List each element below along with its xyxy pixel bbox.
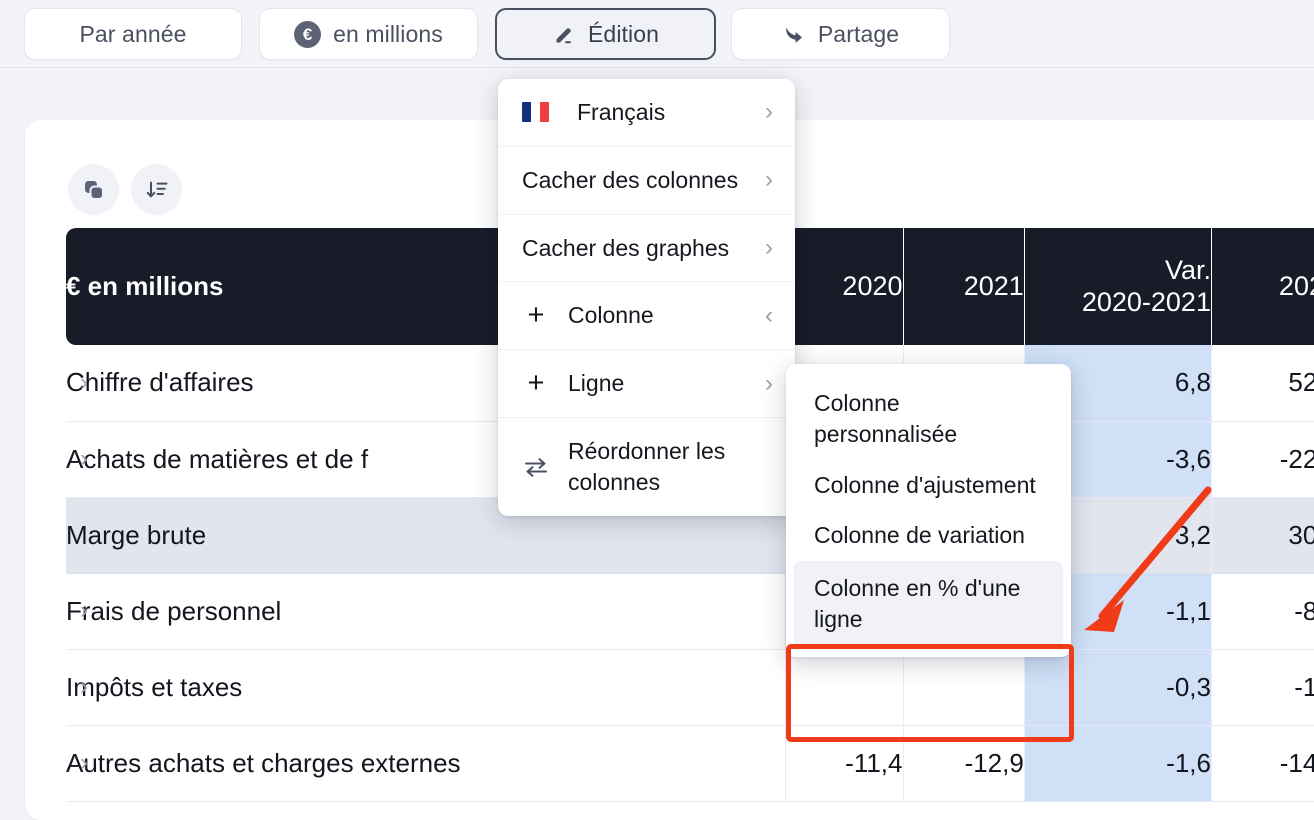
- sort-button[interactable]: [131, 164, 182, 215]
- cell-2021[interactable]: -12,9: [903, 725, 1025, 802]
- euro-icon: €: [294, 20, 322, 48]
- row-label: Marge brute: [66, 519, 207, 550]
- table-row[interactable]: › Impôts et taxes -0,3 -1,0: [66, 649, 1314, 726]
- plus-icon: +: [527, 299, 545, 332]
- menu-item-ajouter-colonne[interactable]: + Colonne ‹: [498, 281, 795, 349]
- table-row[interactable]: › Frais de personnel -1,1 -8,2: [66, 573, 1314, 650]
- menu-item-label: Cacher des graphes: [522, 234, 730, 261]
- submenu-item-colonne-pourcent-ligne[interactable]: Colonne en % d'une ligne: [794, 561, 1063, 649]
- edition-dropdown-menu: Français › Cacher des colonnes › Cacher …: [498, 79, 795, 516]
- menu-item-ajouter-ligne[interactable]: + Ligne ›: [498, 349, 795, 417]
- column-header-2020[interactable]: 2020: [785, 228, 904, 345]
- var-header-line2: 2020-2021: [1081, 286, 1211, 317]
- french-flag-icon: [522, 102, 549, 123]
- chevron-right-icon[interactable]: ›: [80, 675, 88, 699]
- menu-item-cacher-colonnes[interactable]: Cacher des colonnes ›: [498, 145, 795, 214]
- cell-2020[interactable]: [785, 649, 904, 726]
- chevron-right-icon: ›: [765, 98, 773, 126]
- duplicate-button[interactable]: [68, 164, 119, 215]
- column-header-2022[interactable]: 2022: [1211, 228, 1314, 345]
- table-row[interactable]: › Autres achats et charges externes -11,…: [66, 725, 1314, 802]
- duplicate-icon: [84, 180, 104, 200]
- en-millions-label: en millions: [333, 20, 443, 47]
- row-label: Impôts et taxes: [66, 671, 243, 702]
- top-toolbar: Par année € en millions Édition Partage: [0, 0, 1314, 68]
- chevron-right-icon[interactable]: ›: [80, 370, 88, 395]
- menu-item-label: Réordonner les colonnes: [568, 438, 726, 495]
- chevron-right-icon[interactable]: ›: [80, 599, 88, 623]
- row-label: Autres achats et charges externes: [66, 747, 461, 778]
- cell-2022[interactable]: -14,5: [1211, 725, 1314, 802]
- menu-item-label: Colonne: [568, 302, 654, 329]
- menu-item-label: Ligne: [568, 370, 625, 397]
- chevron-right-icon[interactable]: ›: [80, 447, 88, 471]
- var-header-line1: Var.: [1164, 255, 1211, 286]
- menu-item-label: Cacher des colonnes: [522, 166, 739, 193]
- card-tool-buttons: [68, 164, 182, 215]
- submenu-item-colonne-personnalisee[interactable]: Colonne personnalisée: [786, 378, 1071, 460]
- cell-2022[interactable]: 52,5: [1211, 345, 1314, 422]
- menu-item-reordonner-colonnes[interactable]: Réordonner les colonnes: [498, 417, 795, 516]
- menu-item-cacher-graphes[interactable]: Cacher des graphes ›: [498, 213, 795, 282]
- cell-2020[interactable]: -11,4: [785, 725, 904, 802]
- cell-2022[interactable]: -8,2: [1211, 573, 1314, 650]
- chevron-right-icon: ›: [765, 369, 773, 397]
- share-arrow-icon: [785, 27, 802, 43]
- submenu-item-colonne-ajustement[interactable]: Colonne d'ajustement: [786, 460, 1071, 511]
- menu-item-label: Français: [577, 99, 666, 125]
- en-millions-button[interactable]: € en millions: [259, 8, 478, 60]
- chevron-right-icon: ›: [765, 166, 773, 194]
- row-label-cell[interactable]: › Impôts et taxes: [66, 649, 787, 726]
- cell-var[interactable]: -0,3: [1024, 649, 1212, 726]
- column-header-var-2020-2021[interactable]: Var. 2020-2021: [1024, 228, 1212, 345]
- row-label: Frais de personnel: [66, 595, 282, 626]
- row-label-cell[interactable]: › Autres achats et charges externes: [66, 725, 787, 802]
- swap-icon: [522, 456, 550, 478]
- par-annee-label: Par année: [79, 20, 187, 47]
- edition-label: Édition: [587, 20, 660, 47]
- row-label-cell[interactable]: › Frais de personnel: [66, 573, 787, 650]
- pencil-icon: [556, 28, 571, 44]
- edition-button[interactable]: Édition: [495, 8, 716, 60]
- chevron-right-icon: ›: [765, 234, 773, 262]
- chevron-left-icon: ‹: [765, 301, 773, 329]
- partage-label: Partage: [817, 20, 900, 47]
- row-label: Chiffre d'affaires: [66, 367, 254, 398]
- cell-2022[interactable]: -22,4: [1211, 421, 1314, 498]
- partage-button[interactable]: Partage: [731, 8, 950, 60]
- chevron-right-icon[interactable]: ›: [80, 751, 88, 775]
- colonne-submenu: Colonne personnalisée Colonne d'ajusteme…: [786, 364, 1071, 657]
- column-header-2021[interactable]: 2021: [903, 228, 1025, 345]
- app-root: Par année € en millions Édition Partage: [0, 0, 1314, 820]
- par-annee-button[interactable]: Par année: [24, 8, 242, 60]
- menu-item-francais[interactable]: Français ›: [498, 79, 795, 146]
- cell-2022[interactable]: 30,1: [1211, 497, 1314, 574]
- sort-descending-icon: [146, 181, 167, 197]
- cell-2021[interactable]: [903, 649, 1025, 726]
- cell-2022[interactable]: -1,0: [1211, 649, 1314, 726]
- cell-var[interactable]: -1,6: [1024, 725, 1212, 802]
- submenu-item-colonne-variation[interactable]: Colonne de variation: [786, 510, 1071, 561]
- row-label: Achats de matières et de f: [66, 443, 369, 474]
- plus-icon: +: [527, 367, 545, 400]
